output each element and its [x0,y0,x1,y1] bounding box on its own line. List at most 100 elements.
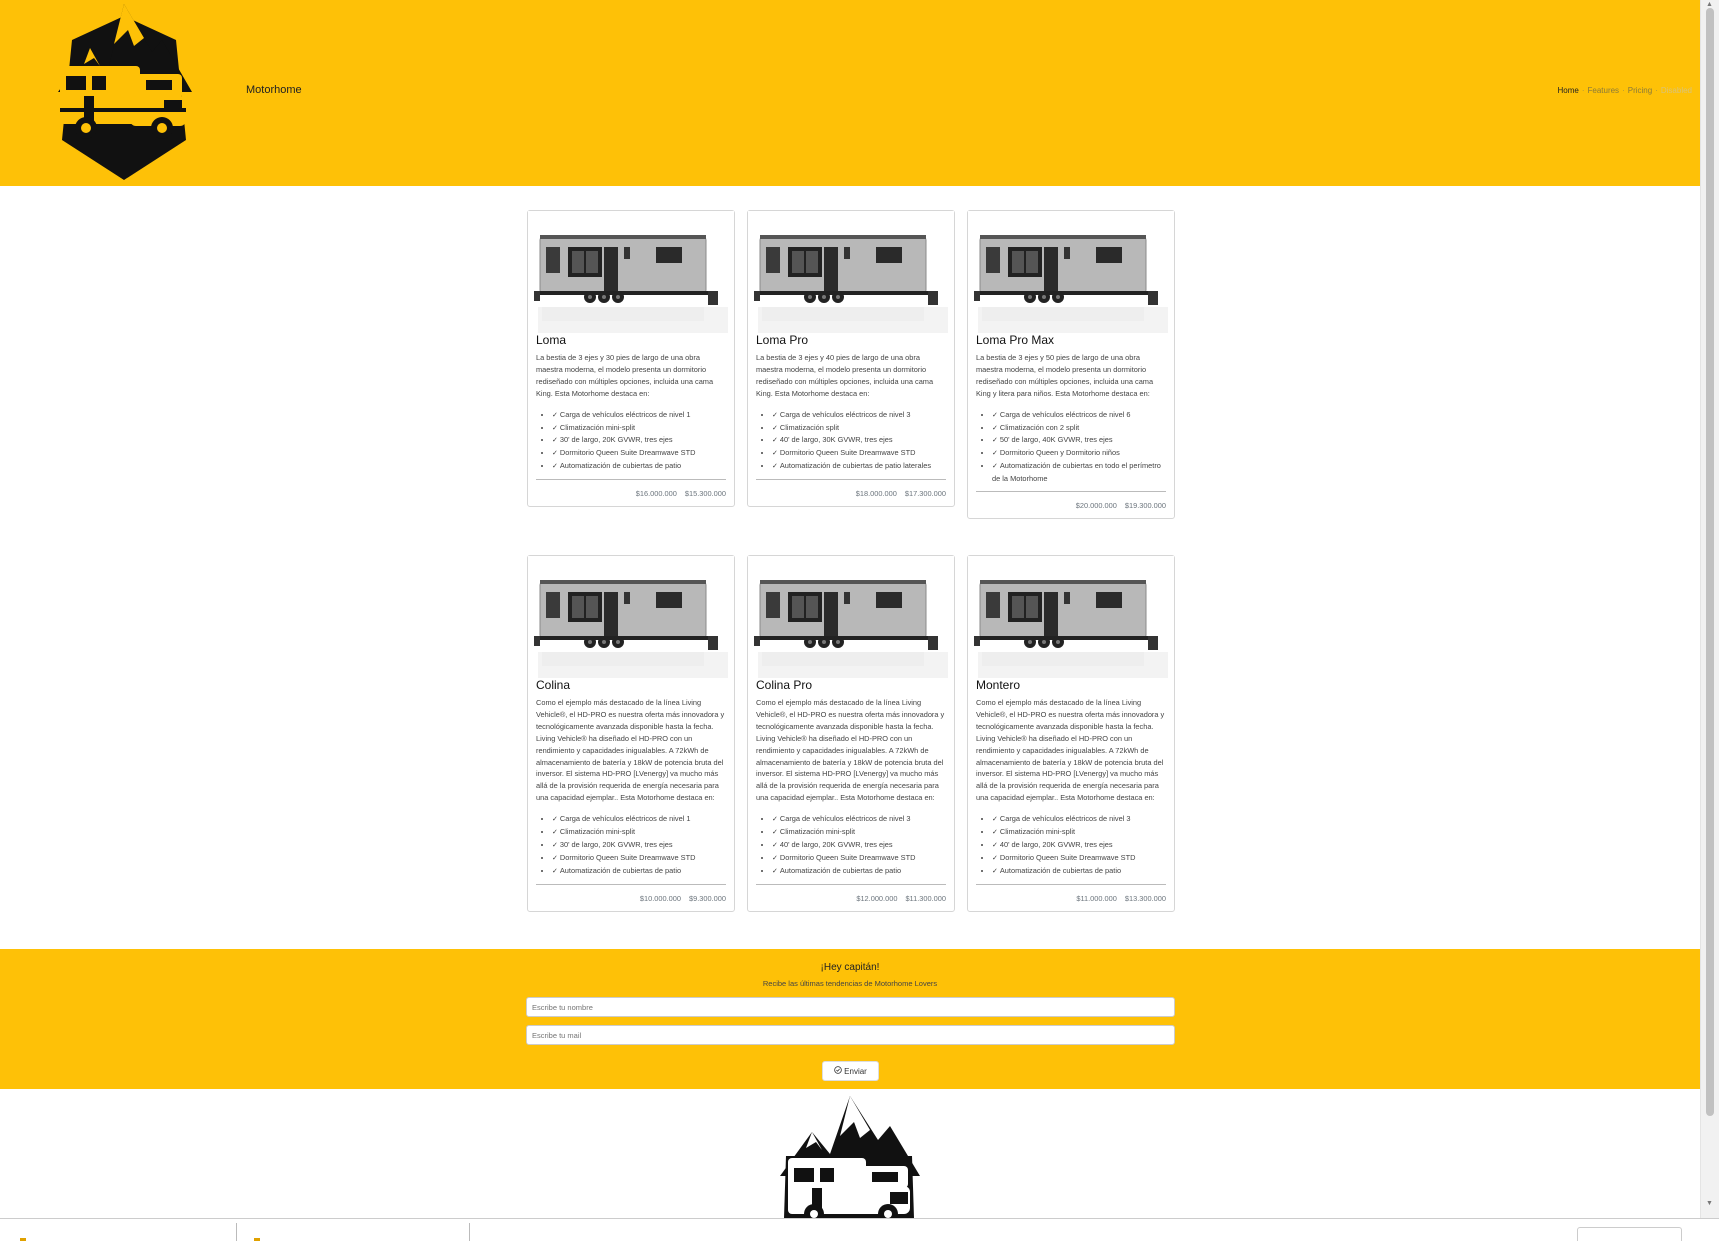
feature-item: ✓Automatización de cubiertas en todo el … [992,460,1166,485]
submit-button[interactable]: Enviar [822,1061,879,1081]
check-icon: ✓ [552,437,558,445]
feature-text: Dormitorio Queen Suite Dreamwave STD [779,448,916,458]
feature-item: ✓Climatización mini-split [552,826,726,839]
submit-label: Enviar [844,1066,867,1076]
feature-item: ✓Climatización mini-split [992,826,1166,839]
feature-list: ✓Carga de vehículos eléctricos de nivel … [536,409,726,474]
check-icon: ✓ [552,450,558,458]
newsletter-section: ¡Hey capitán! Recibe las últimas tendenc… [0,949,1700,1089]
card-footer: $16.000.000 $15.300.000 [536,479,726,498]
check-icon: ✓ [552,829,558,837]
nav-separator: · [1581,86,1585,95]
feature-item: ✓Climatización con 2 split [992,422,1166,435]
card-body: Loma La bestia de 3 ejes y 30 pies de lar… [528,333,734,506]
check-icon: ✓ [772,816,778,824]
motorhome-image [528,556,734,678]
card-title: Loma Pro Max [976,333,1055,347]
feature-item: ✓Automatización de cubiertas de patio la… [772,460,946,473]
check-icon: ✓ [552,841,558,849]
feature-item: ✓Carga de vehículos eléctricos de nivel … [992,409,1166,422]
card-title: Montero [976,678,1021,692]
check-icon: ✓ [992,424,998,432]
feature-item: ✓30' de largo, 20K GVWR, tres ejes [552,434,726,447]
card-description: Como el ejemplo más destacado de la líne… [756,698,945,803]
price-new: $19.300.000 [1124,501,1166,511]
feature-text: Dormitorio Queen Suite Dreamwave STD [559,852,696,862]
footer-logo-icon [778,1096,922,1218]
feature-text: Automatización de cubiertas de patio lat… [779,461,932,471]
motorhome-image [748,556,954,678]
motorhome-image [748,211,954,333]
feature-text: Dormitorio Queen y Dormitorio niños [999,448,1120,458]
card-body: Loma Pro La bestia de 3 ejes y 40 pies de… [748,333,954,506]
price-old: $20.000.000 [1075,501,1117,511]
nav-pricing[interactable]: Pricing [1628,86,1652,95]
nav-disabled: Disabled [1660,86,1692,95]
product-card: Loma Pro La bestia de 3 ejes y 40 pies de… [747,210,955,508]
site-header: Motorhome Home · Features · Pricing · Di… [0,0,1700,186]
feature-list: ✓Carga de vehículos eléctricos de nivel … [756,813,946,878]
feature-item: ✓Dormitorio Queen y Dormitorio niños [992,447,1166,460]
feature-text: Climatización split [779,422,840,432]
feature-text: Carga de vehículos eléctricos de nivel 3 [779,409,911,419]
feature-item: ✓Climatización mini-split [772,826,946,839]
feature-text: Carga de vehículos eléctricos de nivel 1 [559,814,691,824]
feature-text: Carga de vehículos eléctricos de nivel 3 [779,814,911,824]
price-old: $12.000.000 [856,893,898,903]
price-new: $15.300.000 [684,489,726,499]
scroll-down-icon[interactable]: ▼ [1706,1200,1713,1207]
feature-text: 50' de largo, 40K GVWR, tres ejes [999,435,1113,445]
card-description: Como el ejemplo más destacado de la líne… [536,698,725,803]
check-icon: ✓ [552,463,558,471]
card-title: Colina Pro [756,678,813,692]
motorhome-logo-icon[interactable] [50,0,198,182]
motorhome-image [968,211,1174,333]
product-card: Colina Como el ejemplo más destacado de l… [527,555,735,912]
bottom-strip [0,1218,1719,1241]
scroll-thumb[interactable] [1706,8,1714,1116]
card-title: Colina [536,678,571,692]
feature-item: ✓Automatización de cubiertas de patio [552,460,726,473]
email-input[interactable] [526,1025,1175,1045]
feature-text: Automatización de cubiertas en todo el p… [992,461,1161,484]
feature-text: Climatización mini-split [559,422,636,432]
feature-item: ✓30' de largo, 20K GVWR, tres ejes [552,839,726,852]
card-body: Colina Pro Como el ejemplo más destacado … [748,678,954,911]
feature-item: ✓Climatización split [772,422,946,435]
feature-list: ✓Carga de vehículos eléctricos de nivel … [976,409,1166,485]
brand-name[interactable]: Motorhome [246,84,302,96]
feature-text: 30' de largo, 20K GVWR, tres ejes [559,839,673,849]
feature-item: ✓Carga de vehículos eléctricos de nivel … [992,813,1166,826]
feature-text: 40' de largo, 30K GVWR, tres ejes [779,435,893,445]
price-old: $10.000.000 [639,893,681,903]
product-card: Loma Pro Max La bestia de 3 ejes y 50 pie… [967,210,1175,520]
card-footer: $10.000.000 $9.300.000 [536,883,726,903]
price-old: $18.000.000 [855,489,897,499]
feature-item: ✓Dormitorio Queen Suite Dreamwave STD [772,447,946,460]
product-card: Loma La bestia de 3 ejes y 30 pies de lar… [527,210,735,508]
page-scrollbar[interactable]: ▲ ▼ [1700,0,1719,1218]
name-input[interactable] [526,997,1175,1017]
card-title: Loma Pro [756,333,809,347]
product-card: Colina Pro Como el ejemplo más destacado … [747,555,955,912]
price-new: $9.300.000 [689,893,726,903]
nav-features[interactable]: Features [1587,86,1619,95]
feature-item: ✓Carga de vehículos eléctricos de nivel … [552,813,726,826]
check-icon: ✓ [552,424,558,432]
motorhome-image [528,211,734,333]
nav-home[interactable]: Home [1557,86,1578,95]
price-old: $16.000.000 [635,489,677,499]
nav-separator: · [1655,86,1658,95]
strip-tab[interactable] [1577,1227,1682,1241]
feature-text: Carga de vehículos eléctricos de nivel 6 [999,409,1131,419]
check-icon: ✓ [772,450,778,458]
feature-item: ✓Dormitorio Queen Suite Dreamwave STD [772,852,946,865]
feature-item: ✓Carga de vehículos eléctricos de nivel … [552,409,726,422]
check-icon: ✓ [992,841,998,849]
scroll-up-icon[interactable]: ▲ [1706,1,1713,8]
feature-item: ✓Automatización de cubiertas de patio [552,865,726,878]
feature-item: ✓Automatización de cubiertas de patio [772,865,946,878]
feature-item: ✓Dormitorio Queen Suite Dreamwave STD [992,852,1166,865]
check-icon: ✓ [552,867,558,875]
feature-item: ✓Carga de vehículos eléctricos de nivel … [772,409,946,422]
